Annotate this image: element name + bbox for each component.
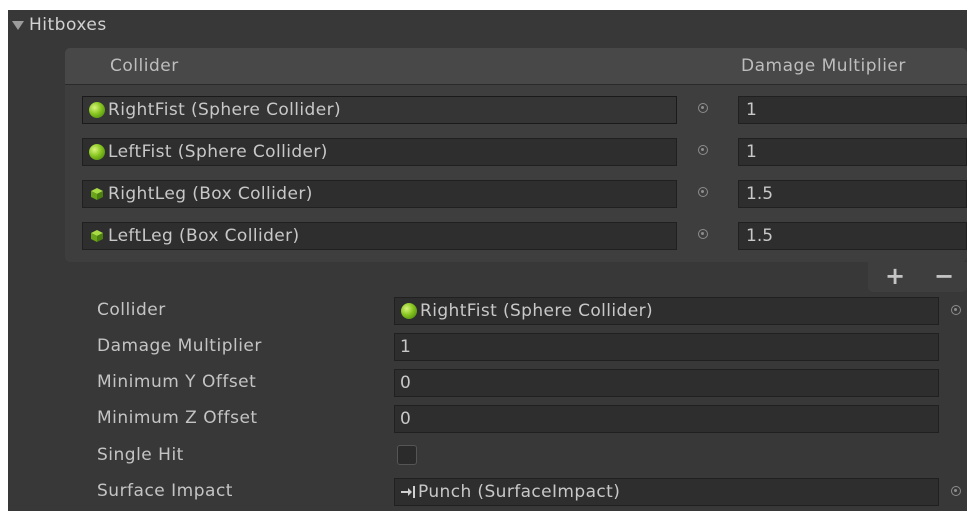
object-picker-icon[interactable] xyxy=(698,103,708,113)
sphere-collider-icon xyxy=(401,303,417,319)
damage-multiplier-field[interactable]: 1.5 xyxy=(738,222,967,250)
sphere-collider-icon xyxy=(89,144,105,160)
damage-multiplier-field[interactable]: 1 xyxy=(738,96,967,124)
list-row[interactable]: LeftLeg (Box Collider) 1.5 xyxy=(65,220,967,254)
list-footer: + − xyxy=(868,262,967,292)
property-label: Minimum Z Offset xyxy=(97,408,258,428)
collider-field-text: RightFist (Sphere Collider) xyxy=(420,301,653,321)
property-min-z-offset: Minimum Z Offset 0 xyxy=(8,403,967,437)
list-row[interactable]: RightLeg (Box Collider) 1.5 xyxy=(65,178,967,212)
hitboxes-foldout[interactable]: Hitboxes xyxy=(8,10,967,40)
object-picker-icon[interactable] xyxy=(951,486,961,496)
hitbox-list: Collider Damage Multiplier RightFist (Sp… xyxy=(65,48,967,262)
property-single-hit: Single Hit xyxy=(8,440,967,474)
property-surface-impact: Surface Impact Punch (SurfaceImpact) xyxy=(8,476,967,510)
foldout-arrow-icon[interactable] xyxy=(12,20,24,30)
column-header-collider: Collider xyxy=(110,56,179,76)
object-picker-icon[interactable] xyxy=(951,305,961,315)
collider-field-text: RightFist (Sphere Collider) xyxy=(108,100,341,120)
property-min-y-offset: Minimum Y Offset 0 xyxy=(8,367,967,401)
collider-object-field[interactable]: RightLeg (Box Collider) xyxy=(82,180,677,208)
property-label: Damage Multiplier xyxy=(97,336,262,356)
remove-element-button[interactable]: − xyxy=(934,264,954,288)
property-collider: Collider RightFist (Sphere Collider) xyxy=(8,295,967,329)
object-picker-icon[interactable] xyxy=(698,187,708,197)
object-picker-icon[interactable] xyxy=(698,145,708,155)
property-label: Collider xyxy=(97,300,166,320)
collider-field-text: LeftLeg (Box Collider) xyxy=(108,226,300,246)
surface-impact-object-field[interactable]: Punch (SurfaceImpact) xyxy=(394,478,939,506)
min-y-offset-input[interactable]: 0 xyxy=(394,369,939,397)
box-collider-icon xyxy=(91,230,103,242)
damage-multiplier-input[interactable]: 1 xyxy=(394,333,939,361)
surface-impact-field-text: Punch (SurfaceImpact) xyxy=(418,482,621,502)
add-element-button[interactable]: + xyxy=(885,264,905,288)
foldout-title: Hitboxes xyxy=(29,15,107,35)
damage-multiplier-field[interactable]: 1 xyxy=(738,138,967,166)
list-row[interactable]: LeftFist (Sphere Collider) 1 xyxy=(65,136,967,170)
property-damage-multiplier: Damage Multiplier 1 xyxy=(8,331,967,365)
collider-object-field[interactable]: RightFist (Sphere Collider) xyxy=(394,297,939,325)
property-label: Surface Impact xyxy=(97,481,233,501)
collider-object-field[interactable]: LeftLeg (Box Collider) xyxy=(82,222,677,250)
box-collider-icon xyxy=(91,188,103,200)
inspector-panel: Hitboxes Collider Damage Multiplier Righ… xyxy=(8,10,967,511)
property-label: Single Hit xyxy=(97,445,184,465)
single-hit-checkbox[interactable] xyxy=(397,445,417,465)
collider-object-field[interactable]: LeftFist (Sphere Collider) xyxy=(82,138,677,166)
object-picker-icon[interactable] xyxy=(698,229,708,239)
property-label: Minimum Y Offset xyxy=(97,372,257,392)
script-asset-icon xyxy=(401,486,415,498)
list-header: Collider Damage Multiplier xyxy=(65,48,967,85)
min-z-offset-input[interactable]: 0 xyxy=(394,405,939,433)
column-header-damage-multiplier: Damage Multiplier xyxy=(741,56,906,76)
collider-field-text: LeftFist (Sphere Collider) xyxy=(108,142,328,162)
collider-object-field[interactable]: RightFist (Sphere Collider) xyxy=(82,96,677,124)
sphere-collider-icon xyxy=(89,102,105,118)
collider-field-text: RightLeg (Box Collider) xyxy=(108,184,313,204)
damage-multiplier-field[interactable]: 1.5 xyxy=(738,180,967,208)
list-row[interactable]: RightFist (Sphere Collider) 1 xyxy=(65,94,967,128)
